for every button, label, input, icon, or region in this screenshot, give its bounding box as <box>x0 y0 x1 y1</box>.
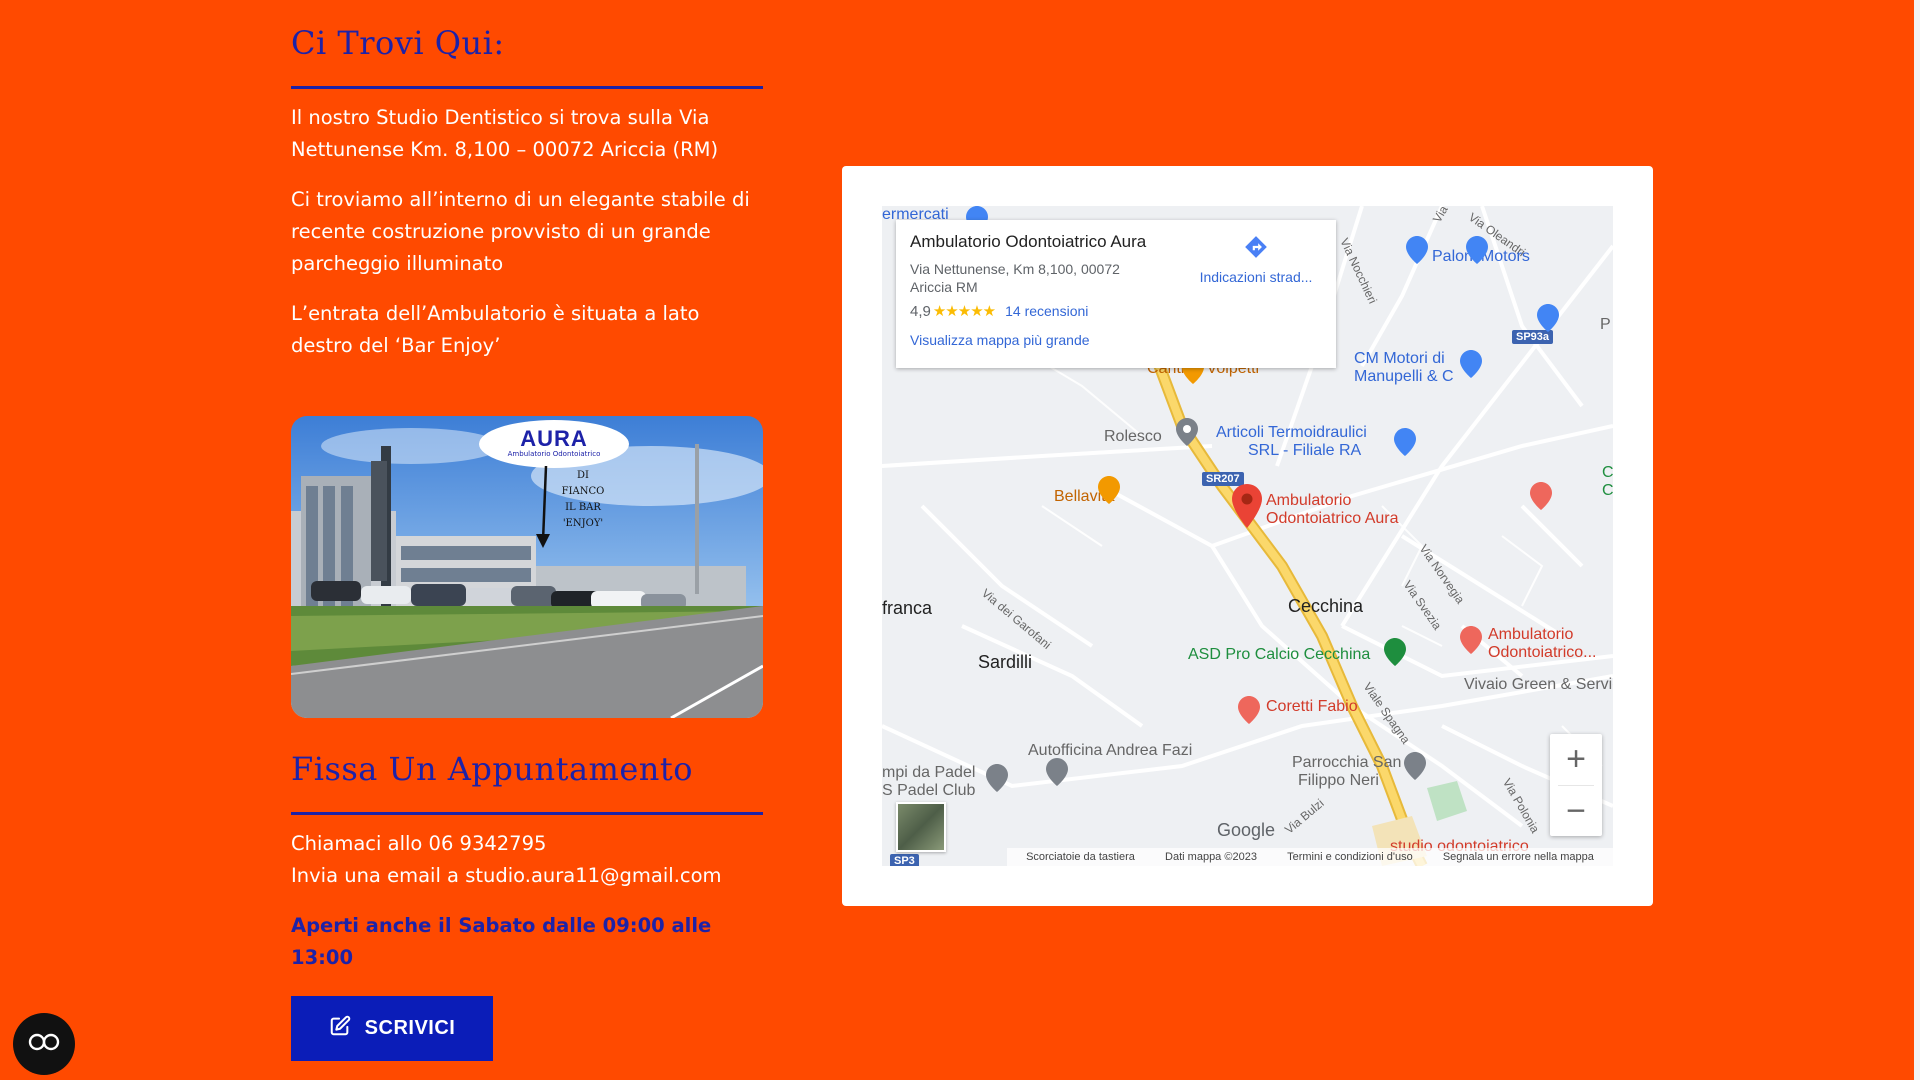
scrollbar[interactable] <box>1914 0 1920 1080</box>
directions-label: Indicazioni strad... <box>1199 269 1313 285</box>
report-error-link[interactable]: Segnala un errore nella mappa <box>1443 851 1594 863</box>
keyboard-shortcuts-link[interactable]: Scorciatoie da tastiera <box>1026 851 1135 863</box>
google-logo-text: Google <box>1217 820 1276 840</box>
place-label-edge: C <box>1602 482 1613 499</box>
aura-logo: AURA <box>520 426 588 451</box>
zoom-in-button[interactable]: + <box>1550 734 1602 785</box>
star-icon: ★★★★★ <box>932 303 996 320</box>
restaurant-pin-icon[interactable] <box>1098 476 1120 504</box>
google-logo: Google <box>1217 820 1275 841</box>
medical-pin-icon[interactable] <box>1238 696 1260 724</box>
place-label-sardilli: Sardilli <box>978 652 1033 672</box>
photo-annotation: DI FIANCO IL BAR 'ENJOY' <box>553 468 613 532</box>
shop-pin-icon[interactable] <box>1406 236 1428 264</box>
place-label-rolesco[interactable]: Rolesco <box>1104 428 1162 446</box>
email-line[interactable]: Invia una email a studio.aura11@gmail.co… <box>291 860 722 892</box>
place-label-amb2b[interactable]: Odontoiatrico... <box>1488 644 1597 662</box>
scrivici-button[interactable]: SCRIVICI <box>291 996 493 1061</box>
annotation-line: DI <box>577 470 589 481</box>
aura-logo-subtitle: Ambulatorio Odontoiatrico <box>507 450 601 458</box>
road-badge-sp3: SP3 <box>890 854 919 866</box>
medical-pin-icon[interactable] <box>1460 626 1482 654</box>
directions-icon <box>1245 236 1267 258</box>
place-label-padel[interactable]: mpi da Padel <box>882 764 975 782</box>
larger-map-link[interactable]: Visualizza mappa più grande <box>910 332 1322 348</box>
location-paragraph-2: Ci troviamo all’interno di un elegante s… <box>291 188 750 275</box>
google-map[interactable]: SP93a SR207 SP3 Via Susini Via Oleandri … <box>882 206 1613 866</box>
place-pin-icon[interactable] <box>1046 758 1068 786</box>
place-label-articoli-2[interactable]: SRL - Filiale RA <box>1248 442 1361 460</box>
place-label-ambulatorio-2[interactable]: Odontoiatrico Aura <box>1266 510 1399 528</box>
title-divider <box>291 812 763 815</box>
reviews-link[interactable]: 14 recensioni <box>1005 303 1088 319</box>
building-photo: AURA Ambulatorio Odontoiatrico DI FIANCO… <box>291 416 763 718</box>
shop-pin-icon[interactable] <box>1466 236 1488 264</box>
place-pin-icon[interactable] <box>1176 418 1198 446</box>
location-paragraph-3: L’entrata dell’Ambulatorio è situata a l… <box>291 302 700 357</box>
annotation-line: 'ENJOY' <box>562 518 604 529</box>
terms-link[interactable]: Termini e condizioni d'uso <box>1287 851 1413 863</box>
map-card: SP93a SR207 SP3 Via Susini Via Oleandri … <box>842 166 1653 906</box>
place-label-cm-motori-2[interactable]: Manupelli & C <box>1354 368 1454 386</box>
place-pin-icon[interactable] <box>986 764 1008 792</box>
annotation-line: IL BAR <box>565 502 601 513</box>
info-card-address: Via Nettunense, Km 8,100, 00072 Ariccia … <box>910 261 1120 295</box>
annotation-line: FIANCO <box>561 486 605 497</box>
edit-icon <box>329 1015 351 1043</box>
place-label-articoli[interactable]: Articoli Termoidraulici <box>1216 424 1367 442</box>
accessibility-button[interactable] <box>13 1013 75 1075</box>
shop-pin-icon[interactable] <box>1460 350 1482 378</box>
zoom-out-button[interactable]: − <box>1550 786 1602 837</box>
scrivici-label: SCRIVICI <box>364 1017 456 1039</box>
map-pin-icon[interactable] <box>1232 484 1262 528</box>
place-label-padel-2[interactable]: S Padel Club <box>882 782 975 800</box>
map-info-card: Ambulatorio Odontoiatrico Aura Via Nettu… <box>896 220 1336 368</box>
shop-pin-icon[interactable] <box>1537 304 1559 332</box>
place-label-parrocchia[interactable]: Parrocchia San <box>1292 754 1401 772</box>
road-badge-sp93a: SP93a <box>1512 330 1554 344</box>
place-label-asd[interactable]: ASD Pro Calcio Cecchina <box>1188 646 1370 664</box>
directions-button[interactable]: Indicazioni strad... <box>1186 234 1326 285</box>
hotel-pin-icon[interactable] <box>1530 482 1552 510</box>
place-label-ambulatorio[interactable]: Ambulatorio <box>1266 492 1351 510</box>
church-pin-icon[interactable] <box>1404 752 1426 780</box>
info-card-rating: 4,9 ★★★★★ 14 recensioni <box>910 302 1322 320</box>
place-label-amb2[interactable]: Ambulatorio <box>1488 626 1573 644</box>
map-attribution: Scorciatoie da tastiera Dati mappa ©2023… <box>1007 848 1613 866</box>
title-divider <box>291 86 763 89</box>
location-title: Ci Trovi Qui: <box>291 24 505 62</box>
place-label-vivaio[interactable]: Vivaio Green & Service <box>1464 676 1613 694</box>
satellite-toggle[interactable] <box>896 802 946 852</box>
place-label-coretti[interactable]: Coretti Fabio <box>1266 698 1358 716</box>
opening-hours: Aperti anche il Sabato dalle 09:00 alle … <box>291 914 712 969</box>
map-data-text: Dati mappa ©2023 <box>1165 851 1257 863</box>
place-label-parrocchia-2[interactable]: Filippo Neri <box>1298 772 1379 790</box>
location-paragraph-1: Il nostro Studio Dentistico si trova sul… <box>291 106 719 161</box>
accessibility-icon <box>27 1032 61 1056</box>
place-label-franca: franca <box>882 598 933 618</box>
place-label-edge: C <box>1602 464 1613 481</box>
place-label-edge: P <box>1600 316 1611 333</box>
zoom-controls: + − <box>1550 734 1602 836</box>
sport-pin-icon[interactable] <box>1384 638 1406 666</box>
rating-value: 4,9 <box>910 303 931 320</box>
place-label-cecchina: Cecchina <box>1288 596 1364 616</box>
phone-line[interactable]: Chiamaci allo 06 9342795 <box>291 828 546 860</box>
appointment-title: Fissa Un Appuntamento <box>291 750 694 788</box>
place-label-cm-motori[interactable]: CM Motori di <box>1354 350 1445 368</box>
shop-pin-icon[interactable] <box>1394 428 1416 456</box>
